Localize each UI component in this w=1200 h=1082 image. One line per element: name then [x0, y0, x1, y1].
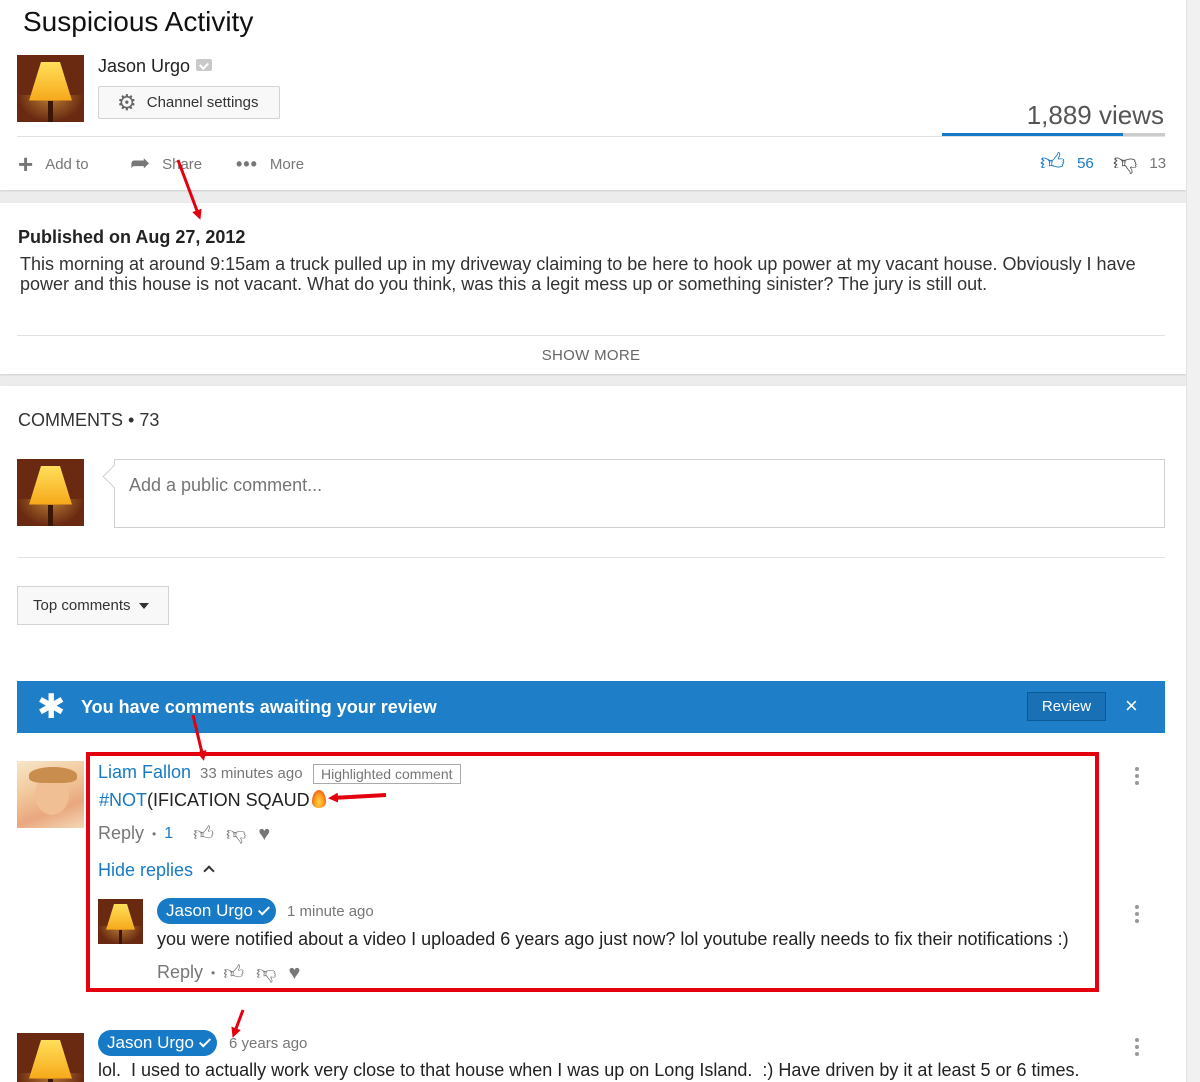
thumbs-down-icon[interactable]: 👎︎	[226, 824, 246, 844]
comment-text: lol. I used to actually work very close …	[98, 1060, 1080, 1080]
more-button[interactable]: ••• More	[236, 150, 304, 178]
youtube-video-page: Suspicious Activity Jason Urgo ⚙ Channel…	[0, 0, 1200, 1082]
highlighted-comment-badge: Highlighted comment	[313, 764, 461, 784]
hashtag-link[interactable]: #NOT	[99, 790, 147, 810]
review-button[interactable]: Review	[1027, 692, 1106, 721]
fire-emoji-icon	[311, 790, 326, 808]
plus-icon: +	[18, 149, 34, 179]
reply-text: you were notified about a video I upload…	[157, 929, 1069, 949]
verified-check-icon	[198, 1035, 211, 1048]
dislike-count: 13	[1149, 154, 1167, 172]
heart-icon[interactable]: ♥	[258, 824, 270, 844]
channel-name[interactable]: Jason Urgo	[98, 56, 213, 77]
video-header-card: Suspicious Activity Jason Urgo ⚙ Channel…	[0, 0, 1186, 190]
comment-box[interactable]	[114, 459, 1165, 528]
verified-check-icon	[257, 903, 270, 916]
review-banner: ✱ You have comments awaiting your review…	[17, 681, 1165, 733]
hide-replies-toggle[interactable]: Hide replies	[98, 860, 215, 881]
reply-time[interactable]: 1 minute ago	[287, 903, 374, 920]
divider	[17, 136, 1165, 137]
comments-count: 73	[139, 410, 160, 430]
thumbs-down-icon: 👎︎	[1113, 149, 1138, 176]
more-dots-icon: •••	[236, 154, 258, 174]
commenter-avatar[interactable]	[17, 1033, 84, 1082]
dislike-button[interactable]: 👎︎ 13	[1113, 149, 1166, 177]
star-icon: ✱	[37, 688, 66, 726]
channel-settings-label: Channel settings	[146, 94, 259, 111]
view-count: 1,889 views	[1026, 100, 1164, 130]
thumbs-down-icon[interactable]: 👎︎	[256, 963, 276, 983]
close-icon[interactable]: ×	[1125, 693, 1138, 719]
kebab-menu-icon[interactable]	[1135, 905, 1139, 926]
annotation-highlight-box	[86, 752, 1099, 992]
thumbs-up-icon[interactable]: 👍︎	[193, 824, 214, 844]
comment-author[interactable]: Jason Urgo	[98, 1030, 217, 1056]
share-arrow-icon: ➦	[130, 150, 151, 177]
review-message: You have comments awaiting your review	[81, 696, 437, 717]
comments-card: COMMENTS • 73 Top comments ✱ You have co…	[0, 386, 1186, 1082]
more-label: More	[269, 155, 305, 173]
publish-date: Published on Aug 27, 2012	[18, 227, 246, 247]
reply-author[interactable]: Jason Urgo	[157, 898, 276, 924]
channel-avatar[interactable]	[17, 55, 84, 122]
gear-icon: ⚙	[117, 89, 137, 115]
add-to-label: Add to	[45, 155, 89, 173]
caret-down-icon	[138, 602, 149, 609]
video-title: Suspicious Activity	[23, 6, 254, 37]
kebab-menu-icon[interactable]	[1135, 1038, 1139, 1059]
comment-time[interactable]: 6 years ago	[229, 1035, 307, 1052]
reply-avatar[interactable]	[98, 899, 143, 944]
comment-actions: Reply • 1 👍︎ 👎︎ ♥	[98, 822, 271, 845]
reply-button[interactable]: Reply	[98, 823, 144, 844]
comment-input[interactable]	[129, 475, 1150, 496]
share-button[interactable]: ➦ Share	[130, 150, 202, 178]
comments-header: COMMENTS • 73	[18, 410, 160, 430]
video-description: This morning at around 9:15am a truck pu…	[20, 254, 1136, 294]
comment-text: #NOT(IFICATION SQAUD	[99, 790, 326, 811]
kebab-menu-icon[interactable]	[1135, 767, 1139, 788]
reply-actions: Reply • 👍︎ 👎︎ ♥	[157, 961, 301, 984]
thumbs-up-icon: 👍︎	[1040, 149, 1066, 176]
my-avatar	[17, 459, 84, 526]
comment-author[interactable]: Liam Fallon	[98, 762, 191, 783]
thumbs-up-icon[interactable]: 👍︎	[223, 963, 244, 983]
reply-button[interactable]: Reply	[157, 962, 203, 983]
divider	[17, 557, 1165, 558]
commenter-avatar[interactable]	[17, 761, 84, 828]
comment-like-count: 1	[164, 824, 174, 842]
comment-time[interactable]: 33 minutes ago	[200, 765, 303, 782]
like-ratio-bar	[942, 133, 1165, 136]
scrollbar[interactable]	[1186, 0, 1200, 1082]
like-count: 56	[1077, 154, 1094, 172]
heart-icon[interactable]: ♥	[288, 963, 300, 983]
sort-label: Top comments	[33, 597, 131, 614]
verified-icon	[196, 59, 213, 71]
description-card: Published on Aug 27, 2012 This morning a…	[0, 203, 1186, 374]
show-more-button[interactable]: SHOW MORE	[0, 347, 1182, 364]
divider	[17, 335, 1165, 336]
sort-comments-dropdown[interactable]: Top comments	[17, 586, 169, 625]
share-label: Share	[162, 155, 203, 173]
chevron-up-icon	[203, 865, 215, 877]
add-to-button[interactable]: + Add to	[18, 150, 89, 178]
like-button[interactable]: 👍︎ 56	[1040, 149, 1094, 177]
channel-settings-button[interactable]: ⚙ Channel settings	[98, 86, 280, 119]
